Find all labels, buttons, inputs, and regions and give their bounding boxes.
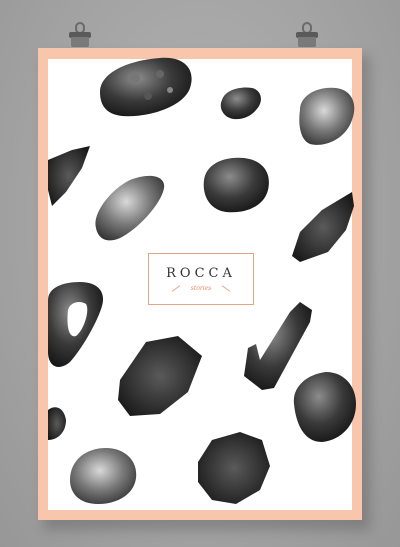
stone-crystal-column [244,302,312,390]
stone-shard-left [48,146,90,206]
stone-smooth-oval-right [299,87,355,145]
stone-crystal-cube [118,336,202,416]
stone-speckled-right [293,372,356,442]
stone-shard-right [292,192,354,262]
stone-faceted-bottom [198,432,270,504]
stone-faceted-center [203,157,269,213]
stone-crater [144,92,152,100]
rocca-title-label: ROCCA stories [148,253,254,305]
stone-glossy-bottom [70,448,137,504]
stone-small-porous [220,87,261,120]
poster-subtitle: stories [190,285,212,292]
stone-cratered [100,57,192,117]
poster-title: ROCCA [166,266,236,281]
stone-edge-left [48,407,66,440]
stone-crater [156,70,164,78]
stone-crater [167,87,173,93]
stone-crater [130,73,140,83]
stone-elongated-pebble [95,175,165,241]
